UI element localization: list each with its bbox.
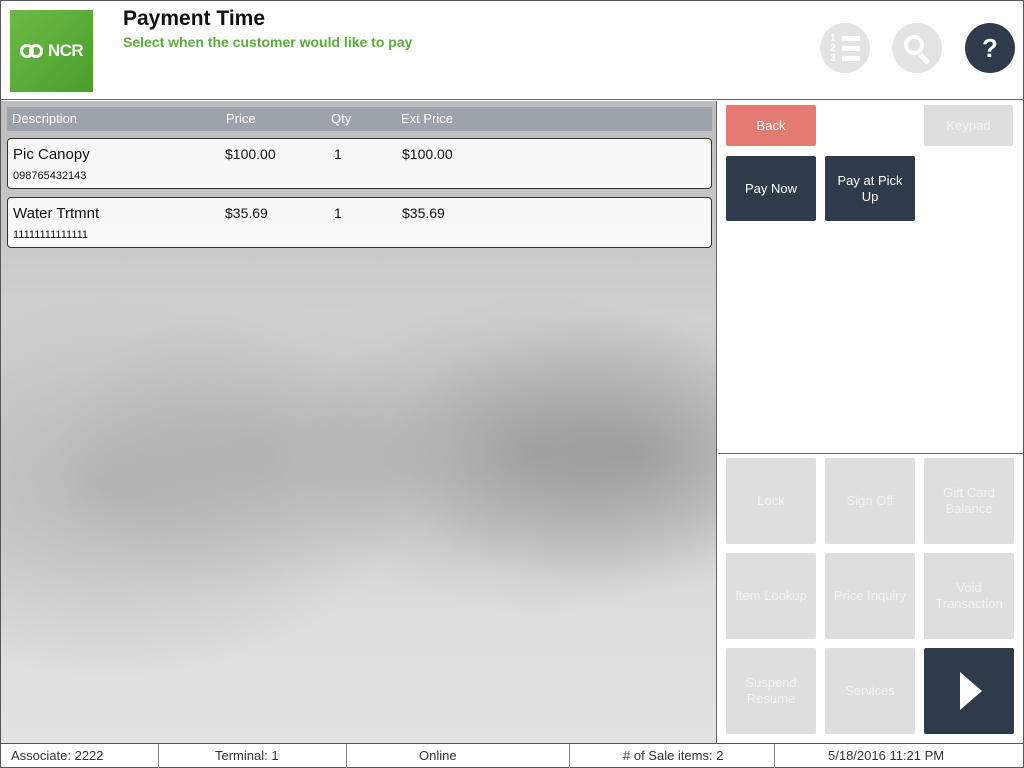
column-ext-price: Ext Price	[401, 111, 454, 126]
search-icon	[902, 33, 932, 65]
item-description: Water Trtmnt	[13, 205, 100, 222]
next-page-button[interactable]	[924, 648, 1014, 734]
status-divider	[569, 744, 570, 768]
pay-at-pickup-button[interactable]: Pay at Pick Up	[825, 156, 915, 221]
table-row[interactable]: Pic Canopy 098765432143 $100.00 1 $100.0…	[7, 138, 712, 189]
column-price: Price	[226, 111, 256, 126]
pay-now-button[interactable]: Pay Now	[726, 156, 816, 221]
associate-status: Associate: 2222	[11, 748, 104, 763]
date-time: 5/18/2016 11:21 PM	[828, 748, 945, 763]
help-icon: ?	[982, 32, 998, 63]
item-code: 11111111111111	[13, 229, 89, 241]
table-header: Description Price Qty Ext Price	[7, 107, 712, 131]
void-transaction-button[interactable]: Void Transaction	[924, 553, 1014, 639]
numbered-list-icon: 1 2 3	[830, 33, 860, 64]
item-ext-price: $35.69	[402, 205, 445, 221]
sign-off-button[interactable]: Sign Off	[825, 458, 915, 544]
table-row[interactable]: Water Trtmnt 11111111111111 $35.69 1 $35…	[7, 197, 712, 248]
item-price: $35.69	[225, 205, 268, 221]
terminal-status: Terminal: 1	[215, 748, 279, 763]
item-description: Pic Canopy	[13, 146, 90, 163]
transaction-panel: Description Price Qty Ext Price Pic Cano…	[1, 101, 717, 743]
header: NCR Payment Time Select when the custome…	[1, 1, 1023, 100]
ncr-logo: NCR	[10, 10, 93, 92]
item-ext-price: $100.00	[402, 146, 453, 162]
search-button[interactable]	[892, 23, 942, 73]
item-lookup-button[interactable]: Item Lookup	[726, 553, 816, 639]
status-divider	[346, 744, 347, 768]
status-divider	[774, 744, 775, 768]
status-divider	[158, 744, 159, 768]
ncr-logo-icon	[19, 44, 46, 58]
function-panel: Lock Sign Off Gift Card Balance Item Loo…	[718, 455, 1023, 743]
item-qty: 1	[334, 146, 342, 162]
price-inquiry-button[interactable]: Price Inquiry	[825, 553, 915, 639]
gift-card-balance-button[interactable]: Gift Card Balance	[924, 458, 1014, 544]
item-code: 098765432143	[13, 170, 87, 182]
arrow-right-icon	[960, 672, 982, 710]
numbered-list-button[interactable]: 1 2 3	[820, 23, 870, 73]
suspend-resume-button[interactable]: Suspend Resume	[726, 648, 816, 734]
lock-button[interactable]: Lock	[726, 458, 816, 544]
page-title: Payment Time	[123, 7, 266, 30]
back-button[interactable]: Back	[726, 105, 816, 146]
column-qty: Qty	[331, 111, 352, 126]
action-panel: Back Keypad Pay Now Pay at Pick Up	[718, 101, 1023, 454]
services-button[interactable]: Services	[825, 648, 915, 734]
keypad-button[interactable]: Keypad	[924, 105, 1013, 146]
status-bar: Associate: 2222 Terminal: 1 Online # of …	[1, 743, 1023, 768]
sale-items-count: # of Sale items: 2	[623, 748, 724, 763]
connection-status: Online	[419, 748, 457, 763]
item-qty: 1	[334, 205, 342, 221]
page-subtitle: Select when the customer would like to p…	[123, 34, 413, 50]
help-button[interactable]: ?	[965, 23, 1015, 73]
item-price: $100.00	[225, 146, 276, 162]
column-description: Description	[12, 111, 78, 126]
logo-text: NCR	[47, 41, 84, 60]
